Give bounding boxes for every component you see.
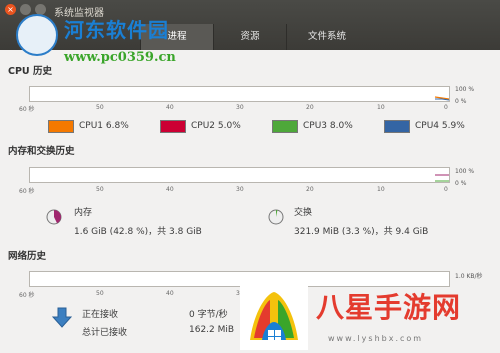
cpu-pct-bottom: 0 %	[455, 98, 467, 105]
cpu-axis-tick: 30	[236, 104, 244, 111]
tab-resources[interactable]: 资源	[213, 24, 286, 50]
cpu-history-title: CPU 历史	[8, 66, 52, 77]
brand-name: 八星手游网	[316, 291, 462, 324]
memory-axis-tick: 20	[306, 186, 314, 193]
cpu2-legend[interactable]: CPU2 5.0%	[160, 119, 241, 133]
cpu-axis-tick: 60 秒	[19, 106, 35, 113]
cpu-graph-lines	[434, 96, 449, 101]
brand-logo-shape	[250, 292, 298, 343]
memory-value: 1.6 GiB (42.8 %)，共 3.8 GiB	[74, 227, 202, 237]
brand-logo	[240, 282, 308, 350]
watermark-url: www.pc0359.cn	[64, 50, 176, 65]
memory-label: 内存	[74, 208, 93, 218]
network-axis-tick: 40	[166, 290, 174, 297]
network-axis-tick: 50	[96, 290, 104, 297]
cpu1-color-swatch[interactable]	[48, 119, 74, 133]
cpu4-label: CPU4 5.9%	[415, 121, 465, 131]
cpu-axis-tick: 40	[166, 104, 174, 111]
cpu-axis-tick: 20	[306, 104, 314, 111]
network-scale-top: 1.0 KB/秒	[455, 273, 483, 280]
cpu-pct-top: 100 %	[455, 86, 475, 93]
cpu3-label: CPU3 8.0%	[303, 121, 353, 131]
cpu4-color-swatch[interactable]	[384, 119, 410, 133]
cpu2-label: CPU2 5.0%	[191, 121, 241, 131]
memory-axis-tick: 50	[96, 186, 104, 193]
memory-pct-top: 100 %	[455, 168, 475, 175]
close-button[interactable]: ×	[5, 4, 16, 15]
swap-value: 321.9 MiB (3.3 %)，共 9.4 GiB	[294, 227, 429, 237]
watermark-logo	[16, 14, 58, 56]
memory-history-graph	[29, 167, 450, 183]
cpu2-color-swatch[interactable]	[160, 119, 186, 133]
minimize-button[interactable]	[20, 4, 31, 15]
cpu3-legend[interactable]: CPU3 8.0%	[272, 119, 353, 133]
download-arrow-icon	[52, 307, 72, 328]
memory-history-title: 内存和交换历史	[8, 146, 75, 157]
receiving-value: 0 字节/秒	[189, 310, 228, 320]
memory-pct-bottom: 0 %	[455, 180, 467, 187]
cpu1-label: CPU1 6.8%	[79, 121, 129, 131]
memory-axis-tick: 0	[444, 186, 448, 193]
memory-axis-tick: 60 秒	[19, 188, 35, 195]
watermark-site-name: 河东软件园	[64, 18, 169, 42]
memory-axis-tick: 40	[166, 186, 174, 193]
cpu-axis-tick: 50	[96, 104, 104, 111]
cpu-axis-tick: 0	[444, 104, 448, 111]
memory-pie-icon[interactable]	[46, 209, 62, 225]
memory-axis-tick: 10	[377, 186, 385, 193]
tab-bar: 进程 资源 文件系统	[140, 24, 367, 50]
swap-label: 交换	[294, 208, 313, 218]
receiving-label: 正在接收	[82, 310, 119, 320]
total-received-value: 162.2 MiB	[189, 325, 235, 335]
tab-file-systems[interactable]: 文件系统	[286, 24, 367, 50]
brand-url: www.lyshbx.com	[328, 334, 424, 343]
memory-graph-lines	[435, 174, 449, 182]
cpu1-legend[interactable]: CPU1 6.8%	[48, 119, 129, 133]
network-history-title: 网络历史	[8, 251, 47, 262]
total-received-label: 总计已接收	[82, 328, 128, 338]
cpu4-legend[interactable]: CPU4 5.9%	[384, 119, 465, 133]
memory-axis-tick: 30	[236, 186, 244, 193]
cpu-axis-tick: 10	[377, 104, 385, 111]
swap-pie-icon[interactable]	[268, 209, 284, 225]
cpu-history-graph	[29, 86, 450, 102]
cpu3-color-swatch[interactable]	[272, 119, 298, 133]
network-axis-tick: 60 秒	[19, 292, 35, 299]
